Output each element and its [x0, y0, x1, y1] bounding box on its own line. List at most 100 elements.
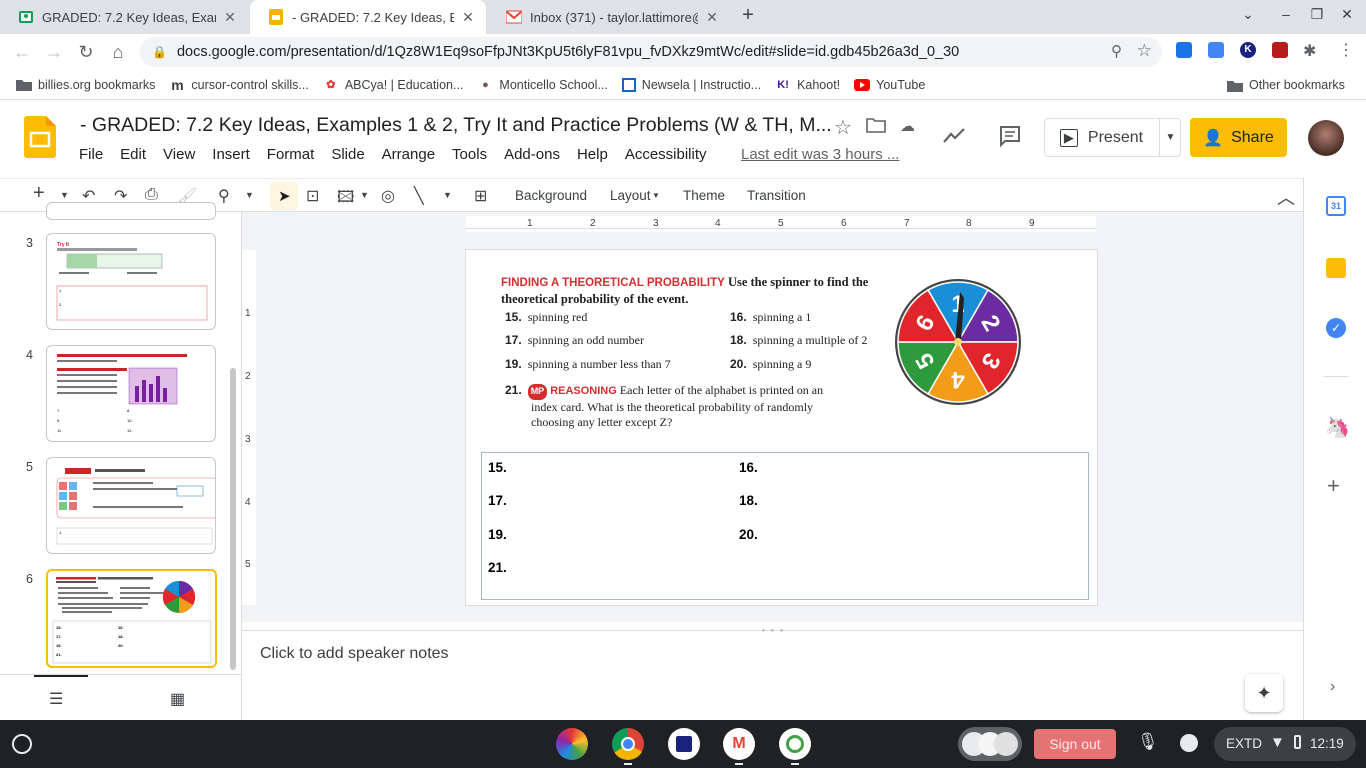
microphone-icon[interactable]: 🎙 — [1137, 732, 1159, 752]
keep-icon[interactable] — [1326, 258, 1346, 278]
menu-tools[interactable]: Tools — [452, 146, 487, 163]
app-icon[interactable] — [779, 728, 811, 760]
chevron-down-icon[interactable]: ▼ — [360, 190, 369, 200]
tab-classroom[interactable]: GRADED: 7.2 Key Ideas, Example ✕ — [0, 0, 248, 34]
addon-unicorn-icon[interactable]: 🦄 — [1325, 415, 1350, 440]
chevron-down-icon[interactable]: ▼ — [245, 190, 254, 200]
tab-slides[interactable]: - GRADED: 7.2 Key Ideas, Examp ✕ — [250, 0, 486, 34]
bookmark-item[interactable]: ● Monticello School... — [477, 77, 608, 93]
extension-icon[interactable] — [1176, 42, 1192, 58]
calendar-icon[interactable]: 31 — [1326, 196, 1346, 216]
bookmark-item[interactable]: ✿ ABCya! | Education... — [323, 77, 463, 93]
star-icon[interactable]: ☆ — [834, 115, 852, 140]
text-box-icon[interactable]: ⊡ — [306, 186, 319, 206]
explore-button[interactable]: ✦ — [1245, 674, 1283, 712]
chevron-down-icon[interactable]: ▼ — [652, 191, 660, 200]
slide-thumbnail-selected[interactable]: 15. 16. 17. 18. 19. 20. 21. — [46, 569, 217, 668]
menu-edit[interactable]: Edit — [120, 146, 146, 163]
menu-accessibility[interactable]: Accessibility — [625, 146, 707, 163]
slide-thumbnail[interactable]: 7. 8. 9. 10. 11. 12. — [46, 345, 216, 442]
collapse-toolbar-icon[interactable]: ︿ — [1277, 184, 1295, 210]
layout-button[interactable]: Layout — [610, 188, 651, 203]
close-icon[interactable]: ✕ — [460, 9, 476, 26]
last-edit-link[interactable]: Last edit was 3 hours ... — [741, 146, 899, 163]
tab-gmail[interactable]: Inbox (371) - taylor.lattimore@b ✕ — [488, 0, 730, 34]
menu-icon[interactable]: ⋮ — [1338, 40, 1354, 60]
shape-icon[interactable]: ◎ — [381, 186, 395, 206]
bookmark-item[interactable]: m cursor-control skills... — [169, 77, 309, 93]
close-icon[interactable]: ✕ — [704, 9, 720, 26]
document-title[interactable]: - GRADED: 7.2 Key Ideas, Examples 1 & 2,… — [80, 114, 832, 137]
slide[interactable]: FINDING A THEORETICAL PROBABILITY Use th… — [466, 250, 1097, 605]
sign-out-button[interactable]: Sign out — [1034, 729, 1116, 759]
status-tray[interactable]: EXTD ▼ 12:19 — [1214, 727, 1356, 761]
zoom-icon[interactable]: ⚲ — [1111, 42, 1122, 60]
add-comment-icon[interactable]: ⊞ — [474, 186, 487, 206]
new-tab-button[interactable]: + — [737, 4, 759, 27]
chevron-down-icon[interactable]: ▼ — [443, 190, 452, 200]
drag-handle[interactable]: • • • — [762, 626, 785, 635]
bookmark-item[interactable]: K! Kahoot! — [775, 77, 840, 93]
extension-icon[interactable] — [1208, 42, 1224, 58]
forward-button[interactable]: → — [38, 36, 70, 68]
other-bookmarks[interactable]: Other bookmarks — [1227, 77, 1345, 93]
home-button[interactable]: ⌂ — [102, 36, 134, 68]
image-icon[interactable]: 🖾 — [337, 186, 354, 213]
bookmark-item[interactable]: billies.org bookmarks — [16, 77, 155, 93]
comments-icon[interactable] — [998, 124, 1022, 148]
avatar[interactable] — [1308, 120, 1344, 156]
slide-thumbnail[interactable] — [46, 202, 216, 220]
omnibox[interactable]: 🔒 docs.google.com/presentation/d/1Qz8W1E… — [140, 37, 1162, 67]
grid-view-icon[interactable]: ▦ — [170, 689, 185, 709]
chevron-down-icon[interactable]: ▼ — [60, 190, 69, 200]
menu-view[interactable]: View — [163, 146, 195, 163]
launcher-icon[interactable] — [12, 734, 32, 754]
app-icon[interactable] — [668, 728, 700, 760]
slide-thumbnail[interactable]: 1. — [46, 457, 216, 554]
present-dropdown[interactable]: ▼ — [1159, 119, 1181, 156]
bookmark-star-icon[interactable]: ☆ — [1137, 41, 1152, 61]
accessibility-icon[interactable] — [1180, 734, 1198, 752]
speaker-notes-placeholder[interactable]: Click to add speaker notes — [260, 645, 449, 663]
move-folder-icon[interactable] — [866, 117, 886, 133]
share-button[interactable]: 👤 Share — [1190, 118, 1287, 157]
chevron-right-icon[interactable]: › — [1330, 678, 1335, 696]
bookmark-item[interactable]: YouTube — [854, 77, 925, 93]
speaker-notes[interactable]: • • • Click to add speaker notes ✦ — [242, 626, 1303, 720]
transition-button[interactable]: Transition — [747, 188, 806, 203]
gmail-icon[interactable]: M — [723, 728, 755, 760]
tasks-icon[interactable]: ✓ — [1326, 318, 1346, 338]
theme-button[interactable]: Theme — [683, 188, 725, 203]
window-close-button[interactable]: ✕ — [1336, 6, 1358, 23]
extensions-puzzle-icon[interactable]: ✱ — [1303, 41, 1316, 61]
close-icon[interactable]: ✕ — [222, 9, 238, 26]
zoom-icon[interactable]: ⚲ — [218, 186, 230, 206]
filmstrip-view-icon[interactable]: ☰ — [49, 689, 63, 709]
new-slide-button[interactable]: + — [33, 182, 45, 205]
tab-search-icon[interactable]: ⌄ — [1237, 6, 1259, 23]
slides-logo[interactable] — [24, 116, 56, 158]
line-icon[interactable]: ╲ — [414, 186, 424, 206]
menu-addons[interactable]: Add-ons — [504, 146, 560, 163]
menu-insert[interactable]: Insert — [212, 146, 250, 163]
select-tool-button[interactable]: ➤ — [270, 182, 298, 210]
kami-extension-icon[interactable]: K — [1240, 42, 1256, 58]
reload-button[interactable]: ↻ — [70, 36, 102, 68]
get-addons-icon[interactable]: + — [1327, 473, 1340, 499]
activity-dashboard-icon[interactable] — [942, 126, 966, 146]
menu-arrange[interactable]: Arrange — [382, 146, 435, 163]
minimize-button[interactable]: – — [1275, 6, 1297, 22]
menu-format[interactable]: Format — [267, 146, 315, 163]
back-button[interactable]: ← — [6, 36, 38, 68]
menu-file[interactable]: File — [79, 146, 103, 163]
menu-slide[interactable]: Slide — [331, 146, 364, 163]
answer-box[interactable]: 15. 16. 17. 18. 19. 20. 21. — [481, 452, 1089, 600]
canvas-app-icon[interactable] — [556, 728, 588, 760]
menu-help[interactable]: Help — [577, 146, 608, 163]
holding-space-tray[interactable] — [958, 727, 1022, 761]
extension-icon[interactable] — [1272, 42, 1288, 58]
bookmark-item[interactable]: Newsela | Instructio... — [621, 77, 761, 92]
present-button[interactable]: ▶ Present — [1045, 119, 1158, 156]
filmstrip-scrollbar[interactable] — [230, 368, 236, 670]
chrome-icon[interactable] — [612, 728, 644, 760]
